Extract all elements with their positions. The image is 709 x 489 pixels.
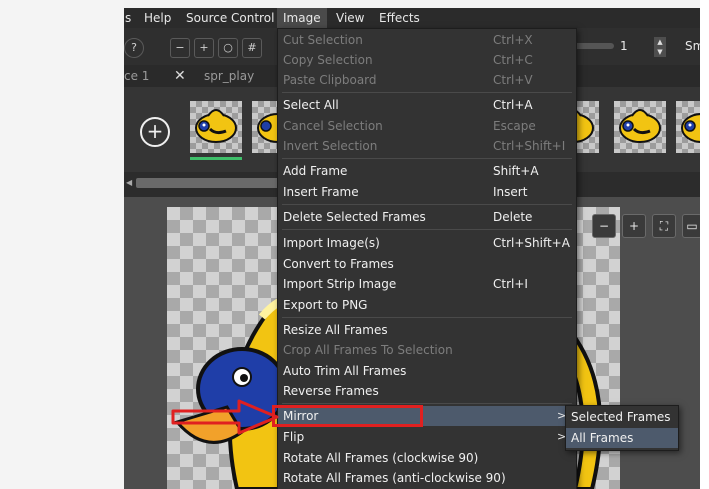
fish-thumbnail-icon [257,113,299,143]
menu-item-flip[interactable]: Flip > [278,427,576,447]
grid-icon[interactable]: # [242,38,262,58]
tab-sprite[interactable]: spr_play [204,65,254,87]
toggle-panel-icon[interactable]: ▭ [682,214,700,238]
frame-thumbnail[interactable] [190,101,242,153]
menu-item-insert-frame[interactable]: Insert Frame Insert [278,182,576,202]
fish-thumbnail-icon [619,109,661,143]
frame-thumbnail[interactable] [252,101,299,153]
menu-item-rotate-anticlockwise[interactable]: Rotate All Frames (anti-clockwise 90) [278,468,576,488]
menu-item-import-images[interactable]: Import Image(s) Ctrl+Shift+A [278,233,576,253]
frame-thumbnail[interactable] [614,101,666,153]
menu-source-control[interactable]: Source Control [186,8,274,28]
tab-partial[interactable]: ce 1 [124,65,149,87]
menu-item-export-to-png[interactable]: Export to PNG [278,295,576,315]
menu-effects[interactable]: Effects [379,8,420,28]
menu-item-delete-selected-frames[interactable]: Delete Selected Frames Delete [278,207,576,227]
menu-item-import-strip-image[interactable]: Import Strip Image Ctrl+I [278,274,576,294]
menu-separator [282,204,572,205]
close-tab-icon[interactable]: ✕ [174,65,186,87]
fish-thumbnail-icon [681,113,700,143]
left-margin [0,0,124,489]
annotation-arrow-icon [171,399,279,435]
menu-separator [282,158,572,159]
menu-view[interactable]: View [336,8,364,28]
menu-cut-off-item[interactable]: s [125,8,131,28]
menu-item-reverse-frames[interactable]: Reverse Frames [278,381,576,401]
zoom-in-icon[interactable]: + [194,38,214,58]
fish-thumbnail-icon [195,109,237,143]
mirror-submenu: Selected Frames All Frames [565,405,679,451]
menu-item-cancel-selection[interactable]: Cancel Selection Escape [278,116,576,136]
frame-speed-slider[interactable] [574,43,614,49]
zoom-reset-icon[interactable]: ○ [218,38,238,58]
sprite-editor-window: s Help Source Control Image View Effects… [124,8,700,489]
submenu-item-all-frames[interactable]: All Frames [566,428,678,448]
menu-separator [282,229,572,230]
menu-item-select-all[interactable]: Select All Ctrl+A [278,95,576,115]
menu-item-copy-selection[interactable]: Copy Selection Ctrl+C [278,50,576,70]
active-frame-indicator [190,157,242,160]
fit-to-screen-icon[interactable]: ⛶ [652,214,676,238]
smooth-label: Smo [685,39,700,53]
zoom-out-icon[interactable]: − [592,214,616,238]
scroll-left-icon[interactable]: ◀ [126,178,132,187]
menu-item-convert-to-frames[interactable]: Convert to Frames [278,254,576,274]
menu-item-crop-all-frames[interactable]: Crop All Frames To Selection [278,340,576,360]
right-margin [700,0,709,489]
menu-item-auto-trim-all-frames[interactable]: Auto Trim All Frames [278,361,576,381]
menu-item-paste-clipboard[interactable]: Paste Clipboard Ctrl+V [278,70,576,90]
zoom-in-icon[interactable]: + [622,214,646,238]
menu-image[interactable]: Image [277,8,327,28]
menu-separator [282,92,572,93]
menu-item-rotate-clockwise[interactable]: Rotate All Frames (clockwise 90) [278,448,576,468]
frame-thumbnail[interactable] [676,101,700,153]
menu-item-add-frame[interactable]: Add Frame Shift+A [278,161,576,181]
add-frame-icon[interactable]: + [140,117,170,147]
menu-item-resize-all-frames[interactable]: Resize All Frames [278,320,576,340]
menubar: s Help Source Control Image View Effects [124,8,700,28]
menu-separator [282,403,572,404]
frame-number-field[interactable]: 1 [620,36,648,56]
frame-number-spinner[interactable]: ▲ ▼ [654,37,666,57]
zoom-out-icon[interactable]: − [170,38,190,58]
menu-item-invert-selection[interactable]: Invert Selection Ctrl+Shift+I [278,136,576,156]
menu-item-cut-selection[interactable]: Cut Selection Ctrl+X [278,30,576,50]
menu-help[interactable]: Help [144,8,171,28]
submenu-item-selected-frames[interactable]: Selected Frames [566,407,678,427]
help-icon[interactable]: ? [124,38,144,58]
annotation-highlight-box [272,405,423,427]
menu-separator [282,317,572,318]
